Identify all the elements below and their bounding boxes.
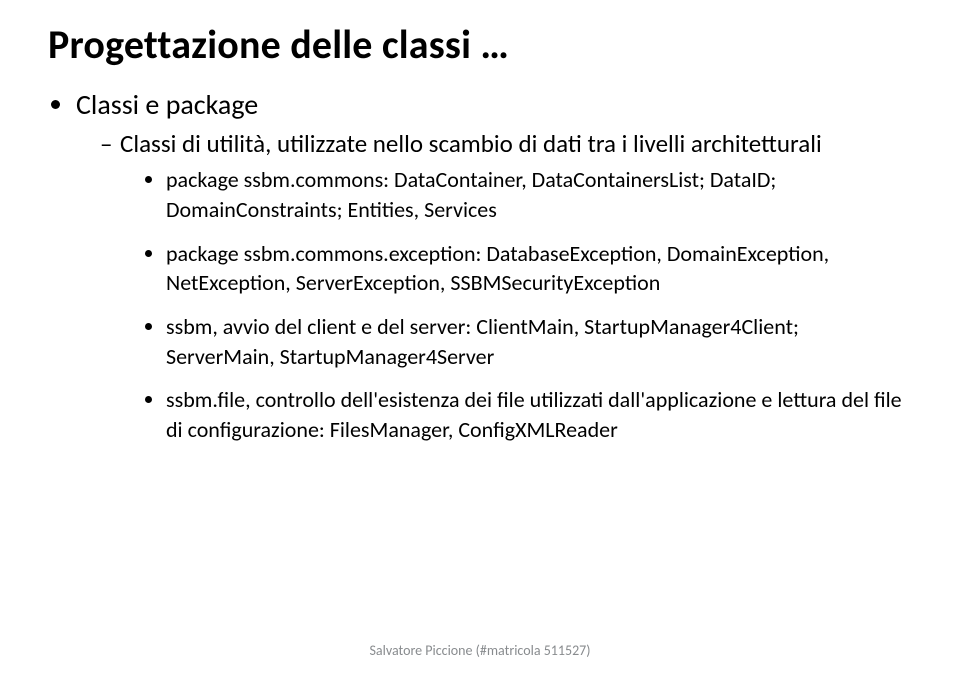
list-item: package ssbm.commons: DataContainer, Dat… xyxy=(166,165,912,224)
slide: Progettazione delle classi … Classi e pa… xyxy=(0,0,960,681)
list-item: package ssbm.commons.exception: Database… xyxy=(166,239,912,298)
list-item: Classi e package Classi di utilità, util… xyxy=(76,87,912,445)
list-item-text: package ssbm.commons: DataContainer, Dat… xyxy=(166,166,776,223)
bullet-list-level2: Classi di utilità, utilizzate nello scam… xyxy=(76,128,912,445)
page-title: Progettazione delle classi … xyxy=(48,20,912,69)
list-item-text: ssbm.file, controllo dell'esistenza dei … xyxy=(166,386,902,443)
list-item: ssbm.file, controllo dell'esistenza dei … xyxy=(166,385,912,444)
list-item-text: Classi di utilità, utilizzate nello scam… xyxy=(120,128,822,159)
list-item-text: ssbm, avvio del client e del server: Cli… xyxy=(166,313,799,370)
list-item-text: Classi e package xyxy=(76,87,258,122)
bullet-list-level3: package ssbm.commons: DataContainer, Dat… xyxy=(120,165,912,445)
list-item: ssbm, avvio del client e del server: Cli… xyxy=(166,312,912,371)
list-item: Classi di utilità, utilizzate nello scam… xyxy=(100,128,912,445)
bullet-list-level1: Classi e package Classi di utilità, util… xyxy=(48,87,912,445)
list-item-text: package ssbm.commons.exception: Database… xyxy=(166,240,829,297)
footer-author: Salvatore Piccione (#matricola 511527) xyxy=(0,642,960,659)
